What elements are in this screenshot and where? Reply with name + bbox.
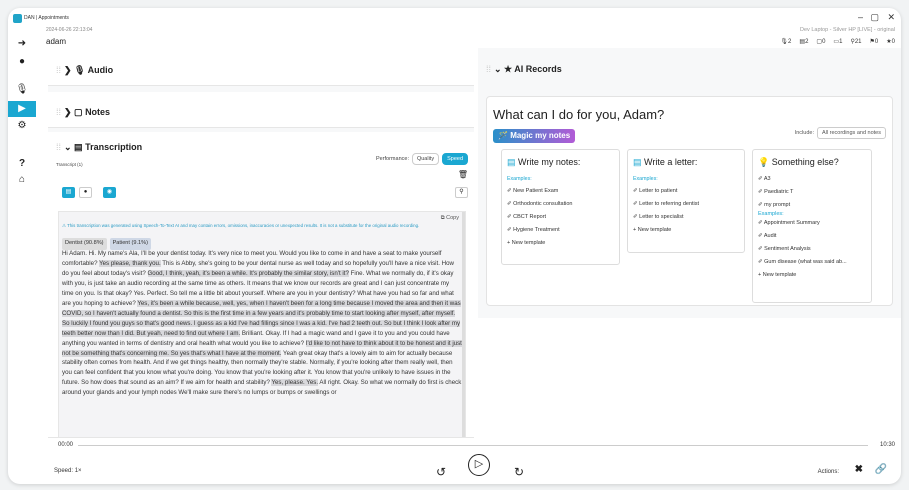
patient-name: adam: [46, 37, 67, 46]
new-template-button[interactable]: + New template: [633, 227, 699, 240]
include-filter: Include: All recordings and notes: [795, 127, 886, 139]
transcript-scrollbar[interactable]: [462, 212, 465, 437]
link-icon[interactable]: 🔗: [875, 464, 887, 475]
forward-icon[interactable]: ↻: [514, 465, 524, 479]
seek-track[interactable]: [78, 445, 868, 446]
write-letter-card: ▤ Write a letter: Examples: ✐ Letter to …: [627, 149, 745, 253]
left-pane: ⁞⁞ ❯ 🎙 Audio ⁞⁞ ❯ ▢ Notes ⁞⁞ ⌄ ▤ Transcript…: [48, 48, 474, 438]
rewind-icon[interactable]: ↺: [436, 465, 446, 479]
current-time: 00:00: [58, 442, 74, 448]
include-select[interactable]: All recordings and notes: [816, 127, 886, 139]
template-item[interactable]: ✐ New Patient Exam: [507, 188, 572, 201]
template-item[interactable]: ✐ Audit: [758, 233, 847, 246]
actions-label: Actions:: [817, 469, 839, 475]
settings-icon[interactable]: ⚙: [8, 118, 36, 134]
play-button[interactable]: ▷: [468, 454, 490, 476]
new-template-button[interactable]: + New template: [758, 272, 847, 285]
speed-control[interactable]: Speed: 1×: [54, 468, 82, 474]
transcription-header[interactable]: ⁞⁞ ⌄ ▤ Transcription: [56, 142, 142, 153]
template-item[interactable]: ✐ Orthodontic consultation: [507, 201, 572, 214]
notes-section: ⁞⁞ ❯ ▢ Notes: [48, 92, 474, 128]
prompt-item[interactable]: ✐ Paediatric T: [758, 189, 847, 202]
ai-prompt-title: What can I do for you, Adam?: [493, 107, 665, 122]
maximize-button[interactable]: ▢: [870, 12, 879, 23]
something-else-title: 💡 Something else?: [758, 157, 839, 167]
speed-option[interactable]: Speed: [442, 153, 468, 165]
template-item[interactable]: ✐ Letter to specialist: [633, 214, 699, 227]
template-item[interactable]: ✐ Letter to patient: [633, 188, 699, 201]
help-icon[interactable]: ?: [8, 156, 36, 172]
performance-toggle: Performance: Quality Speed: [376, 153, 468, 165]
transcript-tab[interactable]: Transcript (1): [56, 162, 83, 167]
trash-icon[interactable]: 🗑: [458, 170, 468, 179]
template-item[interactable]: ✐ Gum disease (what was said ab...: [758, 259, 847, 272]
ai-panel: What can I do for you, Adam? 🪄 Magic my …: [486, 96, 893, 306]
home-icon[interactable]: ⌂: [8, 172, 36, 188]
player-bar: 00:00 10:30 Speed: 1× ↺ ▷ ↻ Actions: ✖ 🔗: [48, 440, 901, 484]
quality-option[interactable]: Quality: [411, 153, 440, 165]
right-pane: ⁞⁞ ⌄ ★ AI Records What can I do for you, …: [478, 48, 901, 318]
template-item[interactable]: ✐ Appointment Summary: [758, 220, 847, 233]
view-speakers-button[interactable]: ●: [79, 187, 92, 198]
link-count[interactable]: ⚲21: [850, 38, 861, 45]
template-count[interactable]: ▢0: [816, 38, 825, 45]
minimize-button[interactable]: –: [858, 12, 863, 22]
app-window: DAN | Appointments 2024-06-26 22:13:04 a…: [8, 8, 901, 484]
doc-count[interactable]: ▤2: [799, 38, 808, 45]
left-nav: ➜ ● 🎙 ▶ ⚙ ? ⌂: [8, 22, 36, 202]
view-pin-button[interactable]: ◉: [103, 187, 116, 198]
view-text-button[interactable]: ▤: [62, 187, 75, 198]
delete-icon[interactable]: ✖: [855, 464, 863, 475]
write-letter-title: ▤ Write a letter:: [633, 157, 698, 167]
arrow-icon[interactable]: ➜: [8, 36, 36, 52]
close-button[interactable]: ✕: [887, 12, 895, 23]
flag-count[interactable]: ⚑0: [870, 38, 879, 45]
new-template-button[interactable]: + New template: [507, 240, 572, 253]
app-title: DAN | Appointments: [24, 15, 69, 21]
play-icon[interactable]: ▶: [8, 101, 36, 117]
stats-bar: 🎙2 ▤2 ▢0 ▭1 ⚲21 ⚑0 ★0: [780, 38, 895, 45]
prompt-item[interactable]: ✐ A3: [758, 176, 847, 189]
search-icon[interactable]: ⚲: [455, 187, 468, 198]
audio-section: ⁞⁞ ❯ 🎙 Audio: [48, 48, 474, 86]
template-item[interactable]: ✐ CBCT Report: [507, 214, 572, 227]
transcript-panel: ⧉ Copy ⚠ This transcription was generate…: [58, 211, 466, 438]
transcript-text: Hi Adam. Hi. My name's Ala, I'll be your…: [62, 250, 462, 397]
ai-records-header[interactable]: ⁞⁞ ⌄ ★ AI Records: [486, 64, 562, 75]
star-count[interactable]: ★0: [886, 38, 895, 45]
template-item[interactable]: ✐ Hygiene Treatment: [507, 227, 572, 240]
prompt-item[interactable]: ✐ my prompt: [758, 202, 847, 211]
ai-warning: ⚠ This transcription was generated using…: [62, 223, 420, 228]
magic-notes-button[interactable]: 🪄 Magic my notes: [493, 129, 576, 143]
write-notes-title: ▤ Write my notes:: [507, 157, 581, 167]
template-item[interactable]: ✐ Letter to referring dentist: [633, 201, 699, 214]
template-item[interactable]: ✐ Sentiment Analysis: [758, 246, 847, 259]
appointment-date: 2024-06-26 22:13:04: [46, 27, 93, 33]
something-else-card: 💡 Something else? ✐ A3 ✐ Paediatric T ✐ …: [752, 149, 872, 303]
audio-header[interactable]: ⁞⁞ ❯ 🎙 Audio: [56, 65, 113, 76]
notes-header[interactable]: ⁞⁞ ❯ ▢ Notes: [56, 107, 110, 118]
person-icon[interactable]: ●: [8, 54, 36, 70]
total-time: 10:30: [879, 442, 895, 448]
mic-icon[interactable]: 🎙: [8, 82, 36, 98]
write-notes-card: ▤ Write my notes: Examples: ✐ New Patien…: [501, 149, 620, 265]
message-count[interactable]: ▭1: [833, 38, 842, 45]
device-label: Dev Laptop - Silver HP [LIVE] - original: [800, 27, 895, 33]
title-bar: DAN | Appointments 2024-06-26 22:13:04 a…: [8, 8, 901, 48]
mic-count[interactable]: 🎙2: [780, 38, 791, 45]
